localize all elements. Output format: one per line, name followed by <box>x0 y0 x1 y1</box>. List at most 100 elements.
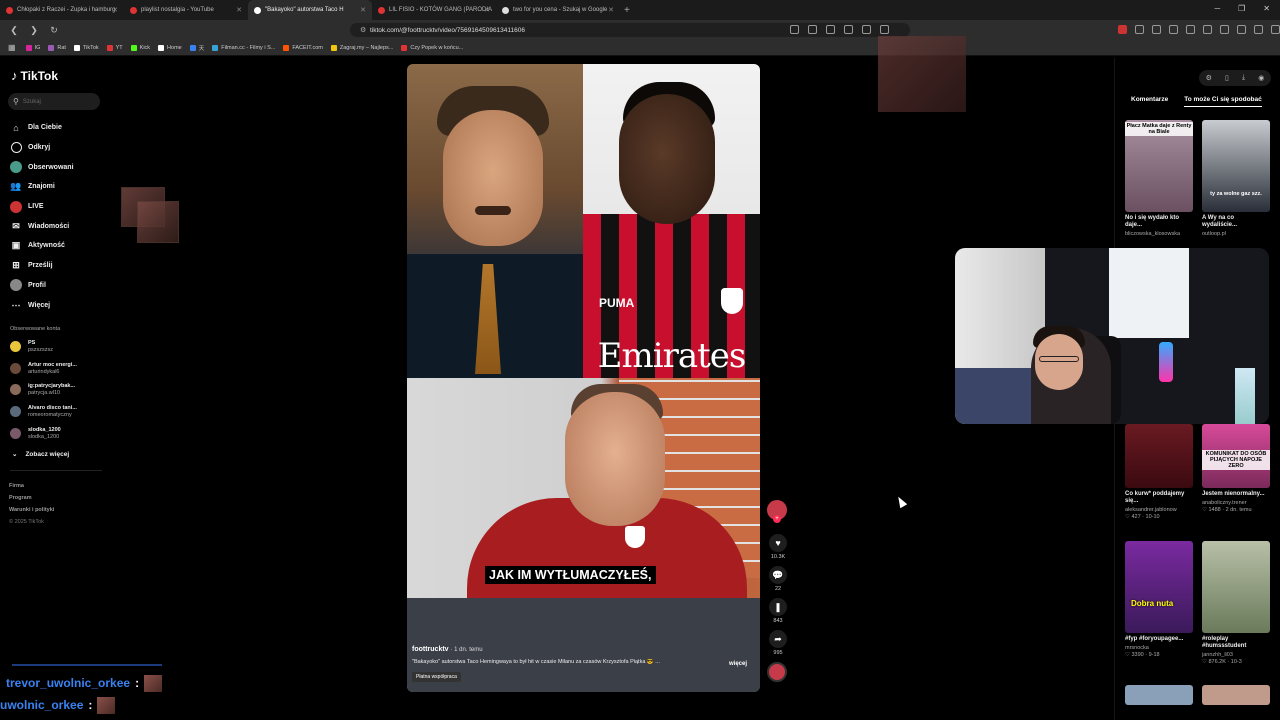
install-icon[interactable] <box>826 25 835 34</box>
followed-account[interactable]: Artur moc energi... arturindykal6 <box>10 362 77 376</box>
nav-profile[interactable]: Profil <box>10 276 74 296</box>
followed-account[interactable]: PS pszszszsz <box>10 340 53 354</box>
browser-tab[interactable]: two for you cena - Szukaj w Google ✕ <box>496 0 620 20</box>
bookmark[interactable]: Czy Popek w końcu... <box>401 44 463 51</box>
close-window-icon[interactable]: ✕ <box>1263 4 1270 13</box>
share-icon[interactable] <box>862 25 871 34</box>
user-avatar-icon[interactable]: ◉ <box>1258 74 1264 82</box>
extension-icon[interactable] <box>1237 25 1246 34</box>
browser-tab[interactable]: LIL FISIO - KOTÓW GANG (PARODIA ✕ <box>372 0 496 20</box>
settings-icon[interactable]: ⚙ <box>1206 74 1212 82</box>
video-player[interactable]: PUMA Emirates JAK IM WYTŁUMACZYŁEŚ, foot… <box>407 64 760 692</box>
video-thumbnail[interactable]: ty za wolne gaz szz. <box>1202 120 1270 212</box>
video-thumbnail[interactable] <box>1125 685 1193 705</box>
share-action[interactable]: ➦ 995 <box>767 630 789 656</box>
music-disc-icon[interactable] <box>767 662 787 682</box>
author-avatar[interactable]: + <box>767 500 787 523</box>
comment-icon[interactable]: 💬 <box>769 566 787 584</box>
extension-icon[interactable] <box>1169 25 1178 34</box>
bookmark-icon[interactable]: ❚ <box>769 598 787 616</box>
browser-tab[interactable]: Chłopaki z Raczei - Zupka i hamburg ✕ <box>0 0 124 20</box>
close-tab-icon[interactable]: ✕ <box>360 6 366 14</box>
apps-grid-icon[interactable]: ▦ <box>8 43 16 52</box>
new-tab-plus-icon[interactable]: + <box>624 5 630 16</box>
save-action[interactable]: ❚ 843 <box>767 598 789 624</box>
tiktok-logo[interactable]: ♪ TikTok <box>11 68 58 83</box>
extension-icon[interactable] <box>1254 25 1263 34</box>
nav-upload[interactable]: ⊞ Prześlij <box>10 256 74 276</box>
related-video-card[interactable]: #roleplay #humssstudent jannzhh_li03 ♡ 8… <box>1202 541 1270 665</box>
related-video-card[interactable] <box>1202 685 1270 705</box>
related-video-card[interactable]: Co kurw* poddajemy się... aleksandrer.ja… <box>1125 424 1193 520</box>
reload-icon[interactable]: ↻ <box>48 25 60 36</box>
see-more-button[interactable]: ⌄ Zobacz więcej <box>12 450 69 459</box>
related-video-card[interactable]: ty za wolne gaz szz. A Wy na co wydaliśc… <box>1202 120 1270 237</box>
search-input[interactable]: ⚲ Szukaj <box>8 93 100 110</box>
nav-for-you[interactable]: ⌂ Dla Ciebie <box>10 118 74 138</box>
close-tab-icon[interactable]: ✕ <box>236 6 242 14</box>
related-video-card[interactable] <box>1125 685 1193 705</box>
bookmark[interactable]: YT <box>106 44 123 51</box>
close-tab-icon[interactable]: ✕ <box>608 6 614 14</box>
followed-account[interactable]: slodka_1200 slodka_1200 <box>10 427 61 441</box>
nav-friends[interactable]: 👥 Znajomi <box>10 177 74 197</box>
footer-link[interactable]: Warunki i polityki <box>9 504 54 516</box>
video-author[interactable]: foottrucktv <box>412 646 449 653</box>
download-icon[interactable]: ⤓ <box>1242 74 1245 82</box>
video-thumbnail[interactable] <box>1202 685 1270 705</box>
bookmark[interactable]: IG <box>25 44 40 51</box>
back-arrow-icon[interactable]: ❮ <box>8 25 20 36</box>
screenshot-icon[interactable] <box>808 25 817 34</box>
related-video-card[interactable]: Płacz Matka daje z Renty na Biale No i s… <box>1125 120 1193 237</box>
bookmark[interactable]: FACEIT.com <box>283 44 323 51</box>
related-video-card[interactable]: Dobra nuta #fyp #foryoupagee... mrsnocka… <box>1125 541 1193 658</box>
forward-arrow-icon[interactable]: ❯ <box>28 25 40 36</box>
extension-icon[interactable] <box>1220 25 1229 34</box>
site-info-icon[interactable]: ⚙ <box>360 26 370 34</box>
nav-more[interactable]: ⋯ Więcej <box>10 295 74 315</box>
minimize-icon[interactable]: ─ <box>1214 4 1220 13</box>
tab-comments[interactable]: Komentarze <box>1131 96 1168 107</box>
video-thumbnail[interactable]: Dobra nuta <box>1125 541 1193 633</box>
footer-link[interactable]: Program <box>9 492 54 504</box>
followed-account[interactable]: ig:patrycjarybak... patrycja.wl10 <box>10 383 75 397</box>
bookmark[interactable]: Filman.cc - Filmy i S... <box>212 44 275 51</box>
related-video-card[interactable]: KOMUNIKAT DO OSÓB PIJĄCYCH NAPOJE ZERO J… <box>1202 424 1270 513</box>
cast-icon[interactable] <box>790 25 799 34</box>
followed-account[interactable]: Alvaro disco tani... romeoromatyczny <box>10 405 77 419</box>
nav-activity[interactable]: ▣ Aktywność <box>10 236 74 256</box>
bookmark[interactable]: Home <box>158 44 182 51</box>
bookmark[interactable]: 天 <box>189 44 204 52</box>
extension-icon[interactable] <box>1271 25 1280 34</box>
bookmark-star-icon[interactable] <box>880 25 889 34</box>
nav-live[interactable]: LIVE <box>10 197 74 217</box>
more-button[interactable]: więcej <box>729 661 747 667</box>
bookmark[interactable]: Zagraj.my – Najleps... <box>330 44 393 51</box>
video-thumbnail[interactable] <box>1202 541 1270 633</box>
video-thumbnail[interactable] <box>1125 424 1193 488</box>
extension-icon[interactable] <box>1135 25 1144 34</box>
video-thumbnail[interactable]: Płacz Matka daje z Renty na Biale <box>1125 120 1193 212</box>
close-tab-icon[interactable]: ✕ <box>484 6 490 14</box>
bookmark[interactable]: Rat <box>48 44 66 51</box>
heart-icon[interactable]: ♥ <box>769 534 787 552</box>
follow-plus-icon[interactable]: + <box>773 515 781 523</box>
zoom-icon[interactable] <box>844 25 853 34</box>
extension-icon[interactable] <box>1186 25 1195 34</box>
maximize-icon[interactable]: ❐ <box>1238 4 1245 13</box>
nav-following[interactable]: Obserwowani <box>10 157 74 177</box>
browser-tab[interactable]: playlist nostalgia - YouTube ✕ <box>124 0 248 20</box>
close-tab-icon[interactable]: ✕ <box>112 6 118 14</box>
adblock-extension-icon[interactable] <box>1118 25 1127 34</box>
footer-link[interactable]: Firma <box>9 480 54 492</box>
nav-explore[interactable]: Odkryj <box>10 138 74 158</box>
like-action[interactable]: ♥ 10.3K <box>767 534 789 560</box>
browser-tab-active[interactable]: "Bakayoko" autorstwa Taco H ✕ <box>248 0 372 20</box>
phone-icon[interactable]: ▯ <box>1225 74 1229 82</box>
bookmark[interactable]: Kick <box>130 44 150 51</box>
bookmark[interactable]: TikTok <box>73 44 99 51</box>
extension-icon[interactable] <box>1203 25 1212 34</box>
nav-messages[interactable]: ✉ Wiadomości <box>10 216 74 236</box>
extension-icon[interactable] <box>1152 25 1161 34</box>
tab-related[interactable]: To może Ci się spodobać <box>1184 96 1262 107</box>
